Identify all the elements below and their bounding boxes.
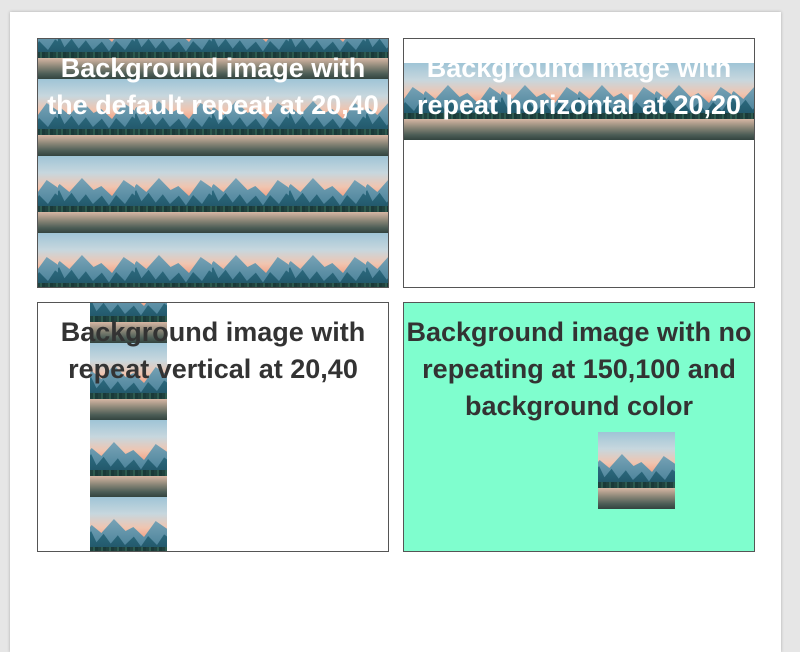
- box-repeat-vertical: Background image with repeat vertical at…: [37, 302, 389, 552]
- box-repeat-default: Background image with the default repeat…: [37, 38, 389, 288]
- landscape-image: [598, 432, 675, 509]
- landscape-tile: [289, 156, 366, 233]
- landscape-tile: [58, 156, 135, 233]
- landscape-tile: [38, 233, 58, 287]
- landscape-tile: [135, 233, 212, 287]
- landscape-tile: [58, 233, 135, 287]
- landscape-tile: [90, 497, 167, 551]
- box-caption: Background image with repeat horizontal …: [416, 53, 742, 120]
- landscape-tile: [135, 156, 212, 233]
- landscape-tile: [90, 420, 167, 497]
- box-repeat-horizontal: Background image with repeat horizontal …: [403, 38, 755, 288]
- landscape-tile: [212, 233, 289, 287]
- box-caption: Background image with repeat vertical at…: [60, 317, 366, 384]
- box-caption: Background image with the default repeat…: [47, 53, 379, 120]
- landscape-tile: [38, 156, 58, 233]
- document-page: Background image with the default repeat…: [10, 12, 781, 652]
- landscape-tile: [366, 156, 388, 233]
- landscape-tile: [289, 233, 366, 287]
- landscape-tile: [366, 233, 388, 287]
- box-no-repeat-color: Background image with no repeating at 15…: [403, 302, 755, 552]
- landscape-tile: [212, 156, 289, 233]
- box-caption: Background image with no repeating at 15…: [406, 317, 752, 421]
